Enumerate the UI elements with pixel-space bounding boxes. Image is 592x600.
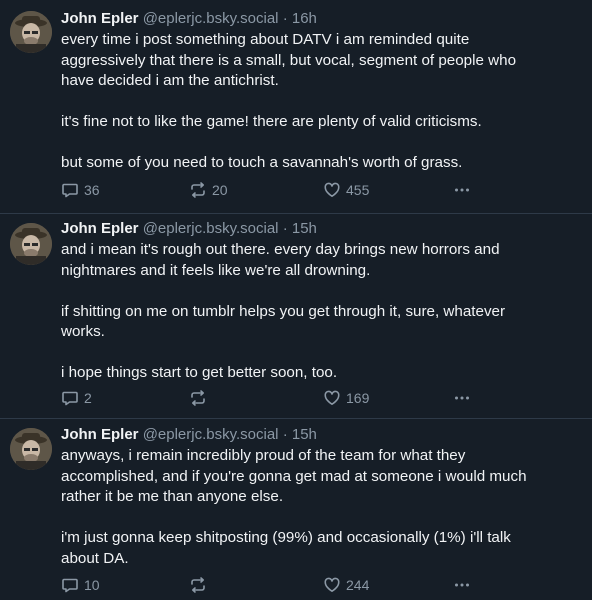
post[interactable]: John Epler @eplerjc.bsky.social · 16h ev…: [0, 0, 592, 214]
post-paragraph: it's fine not to like the game! there ar…: [61, 113, 482, 130]
reply-button[interactable]: 2: [61, 388, 92, 408]
post-header: John Epler @eplerjc.bsky.social · 15h: [61, 219, 548, 239]
author-handle[interactable]: @eplerjc.bsky.social: [143, 10, 279, 27]
post-content: John Epler @eplerjc.bsky.social · 15h an…: [61, 219, 548, 384]
post-text: every time i post something about DATV i…: [61, 30, 548, 174]
author-handle[interactable]: @eplerjc.bsky.social: [143, 220, 279, 237]
more-options-button[interactable]: [453, 180, 471, 200]
post-divider: [0, 418, 592, 419]
avatar[interactable]: [10, 428, 52, 470]
post-time[interactable]: 15h: [292, 220, 317, 237]
post[interactable]: John Epler @eplerjc.bsky.social · 15h an…: [0, 419, 592, 600]
post-text: anyways, i remain incredibly proud of th…: [61, 446, 548, 569]
repost-button[interactable]: [189, 388, 212, 408]
separator: ·: [282, 220, 288, 237]
author-handle[interactable]: @eplerjc.bsky.social: [143, 426, 279, 443]
reply-icon: [62, 183, 78, 198]
author-name[interactable]: John Epler: [61, 10, 139, 27]
avatar[interactable]: [10, 11, 52, 53]
repost-button[interactable]: [189, 575, 212, 595]
reply-button[interactable]: 36: [61, 180, 100, 200]
post-header: John Epler @eplerjc.bsky.social · 16h: [61, 9, 548, 29]
reply-count: 10: [84, 577, 100, 593]
repost-icon: [191, 577, 205, 593]
repost-button[interactable]: 20: [189, 180, 228, 200]
more-options-icon: [455, 583, 469, 587]
heart-icon: [324, 182, 340, 197]
post-paragraph: every time i post something about DATV i…: [61, 31, 517, 89]
post-actions: 2 169: [61, 388, 481, 408]
separator: ·: [282, 426, 288, 443]
repost-icon: [191, 182, 205, 198]
post-paragraph: but some of you need to touch a savannah…: [61, 154, 463, 171]
repost-icon: [191, 390, 205, 406]
heart-icon: [324, 390, 340, 405]
post-time[interactable]: 15h: [292, 426, 317, 443]
author-name[interactable]: John Epler: [61, 220, 139, 237]
post-actions: 10 244: [61, 575, 481, 595]
like-count: 169: [346, 390, 370, 406]
post-paragraph: and i mean it's rough out there. every d…: [61, 241, 500, 279]
more-options-icon: [455, 396, 469, 400]
post-time[interactable]: 16h: [292, 10, 317, 27]
like-count: 244: [346, 577, 370, 593]
post-actions: 36 20 455: [61, 180, 481, 200]
reply-count: 36: [84, 182, 100, 198]
reply-icon: [62, 391, 78, 406]
post-paragraph: if shitting on me on tumblr helps you ge…: [61, 302, 506, 341]
separator: ·: [282, 10, 288, 27]
author-name[interactable]: John Epler: [61, 426, 139, 443]
post-divider: [0, 213, 592, 214]
more-options-icon: [455, 188, 469, 192]
post-text: and i mean it's rough out there. every d…: [61, 240, 548, 384]
post-paragraph: i hope things start to get better soon, …: [61, 364, 338, 381]
post[interactable]: John Epler @eplerjc.bsky.social · 15h an…: [0, 214, 592, 419]
post-paragraph: anyways, i remain incredibly proud of th…: [61, 447, 527, 505]
post-content: John Epler @eplerjc.bsky.social · 16h ev…: [61, 9, 548, 174]
like-button[interactable]: 244: [323, 575, 369, 595]
post-content: John Epler @eplerjc.bsky.social · 15h an…: [61, 425, 548, 569]
avatar[interactable]: [10, 223, 52, 265]
like-button[interactable]: 455: [323, 180, 369, 200]
heart-icon: [324, 577, 340, 592]
more-options-button[interactable]: [453, 388, 471, 408]
post-header: John Epler @eplerjc.bsky.social · 15h: [61, 425, 548, 445]
like-button[interactable]: 169: [323, 388, 369, 408]
reply-count: 2: [84, 390, 92, 406]
reply-icon: [62, 578, 78, 593]
more-options-button[interactable]: [453, 575, 471, 595]
repost-count: 20: [212, 182, 228, 198]
post-paragraph: i'm just gonna keep shitposting (99%) an…: [61, 529, 511, 567]
reply-button[interactable]: 10: [61, 575, 100, 595]
like-count: 455: [346, 182, 370, 198]
